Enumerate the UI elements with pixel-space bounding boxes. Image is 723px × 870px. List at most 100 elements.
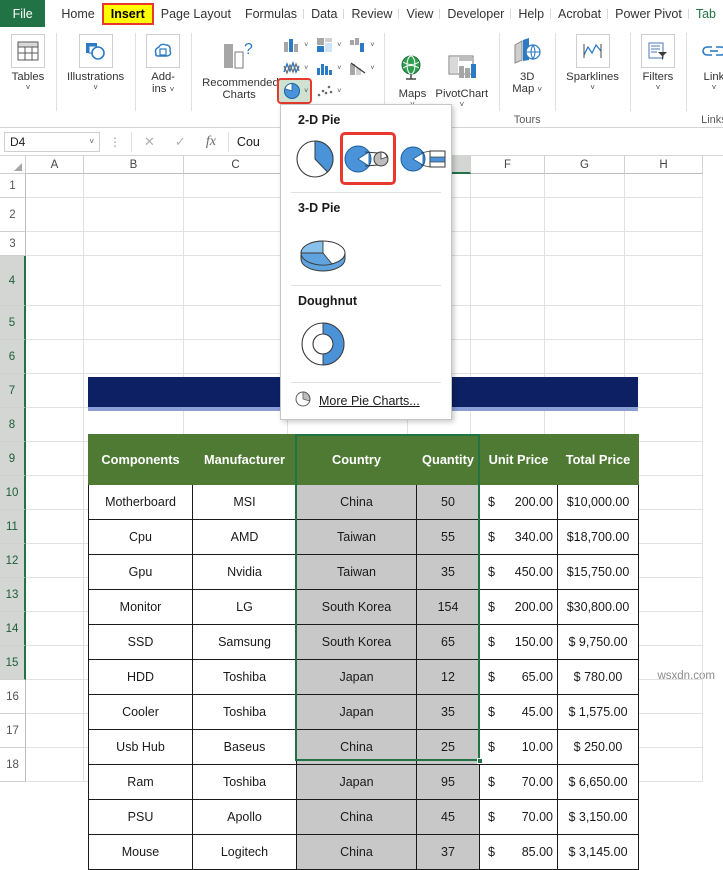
- cell-country[interactable]: China: [296, 799, 417, 835]
- hierarchy-chart-button[interactable]: ˅: [312, 34, 343, 56]
- tables-button[interactable]: Tables ˅: [8, 32, 48, 94]
- cell-quantity[interactable]: 45: [416, 799, 480, 835]
- grid-cell[interactable]: [26, 306, 84, 340]
- grid-cell[interactable]: [625, 174, 703, 198]
- grid-cell[interactable]: [184, 340, 288, 374]
- grid-cell[interactable]: [545, 174, 625, 198]
- cell-country[interactable]: China: [296, 834, 417, 870]
- tab-review[interactable]: Review: [344, 5, 400, 23]
- cell-unit-price[interactable]: $65.00: [479, 659, 558, 695]
- chevron-down-icon[interactable]: ˅: [712, 83, 717, 92]
- doughnut-chart-option[interactable]: [293, 316, 353, 372]
- cell-unit-price[interactable]: $10.00: [479, 729, 558, 765]
- cancel-icon[interactable]: ✕: [144, 134, 155, 150]
- tab-power-pivot[interactable]: Power Pivot: [608, 5, 689, 23]
- cell-unit-price[interactable]: $70.00: [479, 799, 558, 835]
- cell-manufacturer[interactable]: Toshiba: [192, 694, 297, 730]
- cell-component[interactable]: Gpu: [88, 554, 193, 590]
- column-header-c[interactable]: C: [184, 156, 288, 174]
- column-header-f[interactable]: F: [471, 156, 545, 174]
- cell-quantity[interactable]: 35: [416, 694, 480, 730]
- row-header-10[interactable]: 10: [0, 476, 26, 510]
- cell-component[interactable]: Motherboard: [88, 484, 193, 520]
- cell-total-price[interactable]: $15,750.00: [557, 554, 639, 590]
- cell-component[interactable]: SSD: [88, 624, 193, 660]
- cell-component[interactable]: Mouse: [88, 834, 193, 870]
- cell-manufacturer[interactable]: LG: [192, 589, 297, 625]
- cell-manufacturer[interactable]: Apollo: [192, 799, 297, 835]
- grid-cell[interactable]: [26, 510, 84, 544]
- tab-page-layout[interactable]: Page Layout: [154, 5, 238, 23]
- cell-quantity[interactable]: 12: [416, 659, 480, 695]
- cell-total-price[interactable]: $ 6,650.00: [557, 764, 639, 800]
- cell-component[interactable]: Usb Hub: [88, 729, 193, 765]
- tab-help[interactable]: Help: [511, 5, 551, 23]
- cell-unit-price[interactable]: $200.00: [479, 589, 558, 625]
- table-row[interactable]: Motherboard MSI China 50 $200.00 $10,000…: [88, 484, 639, 520]
- cell-quantity[interactable]: 35: [416, 554, 480, 590]
- table-row[interactable]: Mouse Logitech China 37 $85.00 $ 3,145.0…: [88, 834, 639, 870]
- row-header-3[interactable]: 3: [0, 232, 26, 256]
- cell-unit-price[interactable]: $340.00: [479, 519, 558, 555]
- cell-component[interactable]: PSU: [88, 799, 193, 835]
- file-tab[interactable]: File: [0, 0, 46, 27]
- cell-unit-price[interactable]: $70.00: [479, 764, 558, 800]
- grid-cell[interactable]: [184, 174, 288, 198]
- chevron-down-icon[interactable]: ˅: [170, 85, 175, 94]
- grid-cell[interactable]: [26, 374, 84, 408]
- grid-cell[interactable]: [26, 544, 84, 578]
- sparklines-button[interactable]: Sparklines ˅: [563, 32, 622, 94]
- grid-cell[interactable]: [26, 198, 84, 232]
- cell-country[interactable]: China: [296, 729, 417, 765]
- cell-unit-price[interactable]: $45.00: [479, 694, 558, 730]
- grid-cell[interactable]: [471, 256, 545, 306]
- cell-unit-price[interactable]: $200.00: [479, 484, 558, 520]
- cell-country[interactable]: China: [296, 484, 417, 520]
- column-header-b[interactable]: B: [84, 156, 184, 174]
- 3d-map-button[interactable]: 3D Map ˅: [507, 32, 547, 97]
- cell-total-price[interactable]: $ 3,145.00: [557, 834, 639, 870]
- grid-cell[interactable]: [545, 232, 625, 256]
- row-header-17[interactable]: 17: [0, 714, 26, 748]
- row-header-11[interactable]: 11: [0, 510, 26, 544]
- chevron-down-icon[interactable]: ˅: [304, 42, 308, 49]
- row-header-15[interactable]: 15: [0, 646, 26, 680]
- grid-cell[interactable]: [84, 340, 184, 374]
- grid-cell[interactable]: [84, 198, 184, 232]
- row-header-14[interactable]: 14: [0, 612, 26, 646]
- pivotchart-button[interactable]: PivotChart ˅: [432, 49, 491, 111]
- row-header-7[interactable]: 7: [0, 374, 26, 408]
- grid-cell[interactable]: [545, 340, 625, 374]
- chevron-down-icon[interactable]: ˅: [590, 83, 595, 92]
- table-row[interactable]: SSD Samsung South Korea 65 $150.00 $ 9,7…: [88, 624, 639, 660]
- pie-of-pie-chart-option[interactable]: [340, 132, 396, 185]
- column-header-h[interactable]: H: [625, 156, 703, 174]
- tab-formulas[interactable]: Formulas: [238, 5, 305, 23]
- cell-total-price[interactable]: $ 780.00: [557, 659, 639, 695]
- selection-fill-handle[interactable]: [477, 758, 483, 764]
- cell-component[interactable]: Ram: [88, 764, 193, 800]
- cell-total-price[interactable]: $ 250.00: [557, 729, 639, 765]
- grid-cell[interactable]: [545, 306, 625, 340]
- cell-unit-price[interactable]: $85.00: [479, 834, 558, 870]
- cell-unit-price[interactable]: $450.00: [479, 554, 558, 590]
- cell-manufacturer[interactable]: MSI: [192, 484, 297, 520]
- cell-total-price[interactable]: $ 9,750.00: [557, 624, 639, 660]
- cell-component[interactable]: Monitor: [88, 589, 193, 625]
- table-row[interactable]: Cpu AMD Taiwan 55 $340.00 $18,700.00: [88, 519, 639, 555]
- cell-country[interactable]: Japan: [296, 694, 417, 730]
- cell-total-price[interactable]: $18,700.00: [557, 519, 639, 555]
- grid-cell[interactable]: [84, 256, 184, 306]
- cell-manufacturer[interactable]: AMD: [192, 519, 297, 555]
- cell-country[interactable]: Taiwan: [296, 554, 417, 590]
- filters-button[interactable]: Filters ˅: [638, 32, 678, 94]
- select-all-corner[interactable]: [0, 156, 26, 174]
- more-pie-charts-item[interactable]: More Pie Charts...: [281, 383, 451, 419]
- column-chart-button[interactable]: ˅: [279, 34, 310, 56]
- link-button[interactable]: Link ˅: [694, 32, 723, 94]
- insert-function-icon[interactable]: fx: [206, 134, 216, 150]
- chevron-down-icon[interactable]: ˅: [370, 65, 374, 72]
- recommended-charts-button[interactable]: ? Recommended Charts: [199, 32, 279, 103]
- cell-quantity[interactable]: 154: [416, 589, 480, 625]
- grid-cell[interactable]: [625, 306, 703, 340]
